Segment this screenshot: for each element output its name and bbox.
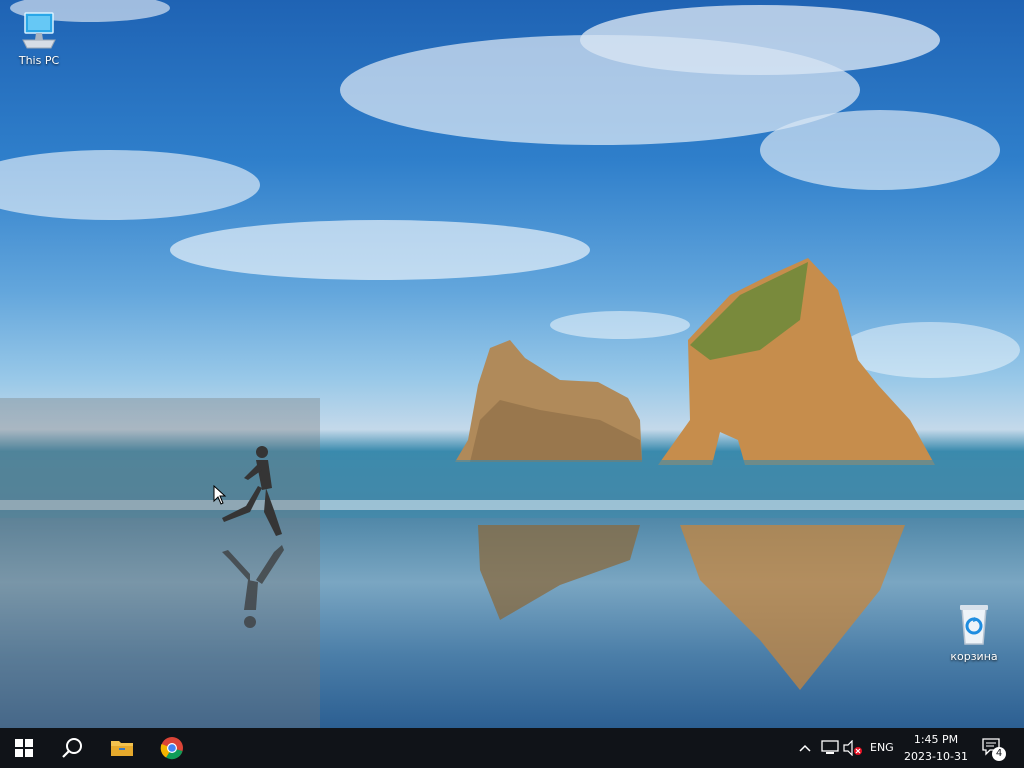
desktop-icon-label: корзина bbox=[950, 650, 998, 663]
clock[interactable]: 1:45 PM 2023-10-31 bbox=[900, 730, 972, 766]
computer-icon bbox=[22, 12, 56, 49]
clock-date: 2023-10-31 bbox=[904, 750, 968, 763]
network-icon[interactable] bbox=[821, 740, 839, 756]
folder-icon bbox=[111, 741, 133, 756]
notifications-button[interactable]: 4 bbox=[982, 737, 1006, 761]
start-button[interactable] bbox=[0, 728, 48, 768]
cloud-layer bbox=[0, 0, 1020, 378]
chrome-icon bbox=[160, 737, 183, 760]
rock-reflection bbox=[478, 525, 640, 620]
chevron-up-icon[interactable] bbox=[799, 743, 811, 753]
taskbar-chrome[interactable] bbox=[148, 728, 196, 768]
taskbar: ENG 1:45 PM 2023-10-31 4 bbox=[0, 728, 1024, 768]
desktop-icon-recycle-bin[interactable]: корзина bbox=[939, 600, 1009, 663]
search-button[interactable] bbox=[48, 728, 96, 768]
gray-overlay bbox=[0, 398, 320, 728]
volume-muted-icon[interactable] bbox=[843, 740, 863, 756]
desktop: This PC корзина bbox=[0, 0, 1024, 728]
mouse-cursor-icon bbox=[213, 485, 227, 505]
windows-logo-icon bbox=[15, 739, 33, 757]
desktop-icon-this-pc[interactable]: This PC bbox=[4, 8, 74, 67]
language-indicator[interactable]: ENG bbox=[870, 741, 894, 754]
desktop-icon-label: This PC bbox=[18, 54, 60, 67]
search-icon bbox=[62, 738, 82, 758]
notification-count-badge: 4 bbox=[992, 747, 1006, 761]
clock-time: 1:45 PM bbox=[913, 733, 959, 746]
taskbar-file-explorer[interactable] bbox=[98, 728, 146, 768]
recycle-bin-icon bbox=[960, 605, 988, 645]
